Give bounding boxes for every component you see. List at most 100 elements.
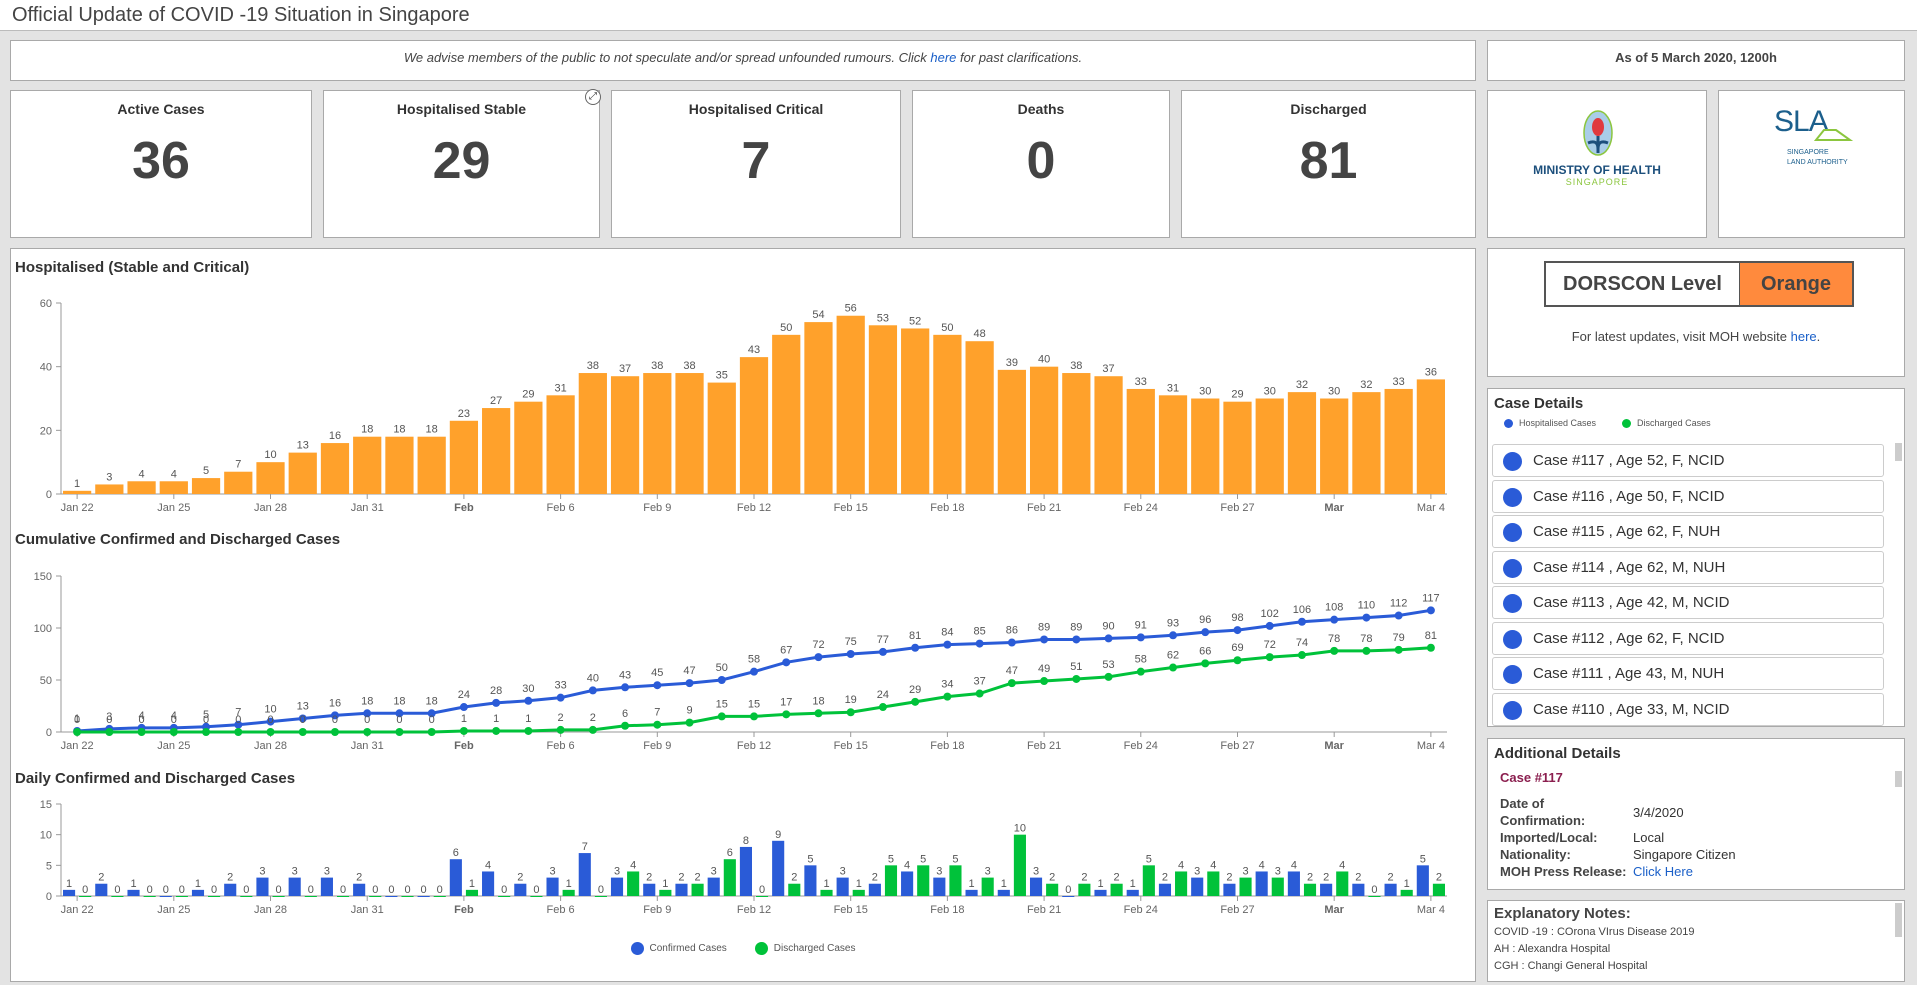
x-tick-label: Feb 9 [643,904,671,916]
case-list-scrollbar[interactable] [1895,443,1902,461]
point-value-label: 91 [1135,619,1147,631]
bar-value-label: 27 [490,395,502,407]
point-value-label: 17 [780,696,792,708]
past-clarifications-link[interactable]: here [930,50,956,65]
moh-website-msg: For latest updates, visit MOH website he… [1488,329,1904,344]
point-value-label: 45 [651,667,663,679]
case-list-item[interactable]: Case #110 , Age 33, M, NCID [1492,692,1884,726]
point-value-label: 108 [1325,602,1343,614]
data-point [621,721,630,730]
case-list-item[interactable]: Case #116 , Age 50, F, NCID [1492,479,1884,513]
bar-value-label: 1 [130,878,136,890]
legend-confirmed[interactable]: Confirmed Cases [630,942,727,955]
x-tick-label: Mar [1324,740,1344,752]
data-point [1072,635,1081,644]
bar [707,382,736,494]
additional-scrollbar[interactable] [1895,771,1902,787]
bar-value-label: 10 [1014,823,1026,835]
case-legend: Hospitalised Cases Discharged Cases [1504,418,1904,429]
x-tick-label: Jan 22 [61,740,94,752]
point-value-label: 78 [1328,633,1340,645]
legend-discharged[interactable]: Discharged Cases [754,942,855,955]
press-release-link[interactable]: Click Here [1633,864,1693,879]
bar-value-label: 0 [1371,884,1377,896]
x-tick-label: Feb 6 [547,502,575,514]
stat-hospitalised-stable: Hospitalised Stable 29 ⤢ [323,89,601,238]
bar-value-label: 3 [1033,866,1039,878]
daily-bar [385,896,398,897]
case-list-item[interactable]: Case #115 , Age 62, F, NUH [1492,515,1884,548]
explanatory-notes-panel: Explanatory Notes: COVID -19 : COrona VI… [1487,900,1905,982]
case-list-item[interactable]: Case #112 , Age 62, F, NCID [1492,621,1884,655]
daily-bar [240,896,253,897]
hospitalised-dot-icon [1503,523,1522,542]
bar-value-label: 3 [711,866,717,878]
data-point [556,693,565,702]
point-value-label: 1 [525,713,531,725]
bar-value-label: 7 [582,841,588,853]
moh-website-link[interactable]: here [1791,329,1817,344]
daily-bar [95,883,108,896]
daily-bar [1029,877,1043,896]
bar-value-label: 2 [1081,872,1087,884]
bar-value-label: 37 [619,363,631,375]
case-list-item[interactable]: Case #114 , Age 62, M, NUH [1492,550,1884,584]
point-value-label: 0 [429,714,435,726]
expand-icon[interactable]: ⤢ [585,89,601,105]
data-point [234,728,243,736]
data-point [1007,638,1016,647]
case-list-item[interactable]: Case #111 , Age 43, M, NUH [1492,657,1884,690]
daily-bar [1336,871,1349,896]
bar-value-label: 6 [453,847,459,859]
point-value-label: 86 [1006,625,1018,637]
legend-confirmed-label: Confirmed Cases [649,943,727,955]
case-list-item[interactable]: Case #113 , Age 42, M, NCID [1492,586,1884,619]
data-point [1233,656,1242,665]
notes-scrollbar[interactable] [1895,903,1902,937]
bar-value-label: 18 [361,424,373,436]
data-point [750,712,758,721]
daily-bar [1416,865,1429,896]
blue-dot-icon [1504,419,1513,429]
bar-value-label: 1 [1130,878,1136,890]
point-value-label: 53 [1102,659,1114,671]
daily-bar [401,896,414,897]
point-value-label: 89 [1070,621,1082,633]
daily-bar [707,877,720,896]
x-tick-label: Feb 27 [1220,904,1254,916]
bar-value-label: 5 [203,465,209,477]
bar-value-label: 4 [485,859,491,871]
point-value-label: 106 [1293,604,1311,616]
data-point [105,728,114,736]
x-tick-label: Feb 27 [1220,502,1254,514]
point-value-label: 90 [1102,620,1114,632]
data-point [459,726,468,735]
daily-bar [1142,865,1155,896]
point-value-label: 30 [522,683,534,695]
bar-value-label: 5 [952,853,958,865]
bar-value-label: 1 [1404,878,1410,890]
y-tick-label: 5 [46,860,52,872]
case-label: Case #114 , Age 62, M, NUH [1533,558,1726,576]
point-value-label: 29 [909,684,921,696]
bar-value-label: 0 [276,884,282,896]
bar-value-label: 4 [1291,859,1297,871]
daily-bar [208,896,221,897]
sla-land-icon [1814,129,1854,141]
case-list-item[interactable]: Case #117 , Age 52, F, NCID [1492,444,1884,477]
daily-bar [1239,877,1252,896]
daily-bar [917,865,930,896]
data-point [524,696,533,705]
data-point [1362,646,1371,655]
daily-bar [643,883,656,896]
point-value-label: 18 [426,695,438,707]
stat-label: Hospitalised Stable [396,101,527,117]
daily-bar [111,896,124,897]
data-point [1040,677,1049,686]
daily-bar [546,877,559,896]
bar [385,436,414,494]
case-label: Case #110 , Age 33, M, NCID [1533,700,1730,718]
y-tick-label: 50 [40,675,52,687]
daily-bar [1013,834,1026,896]
point-value-label: 2 [558,712,564,724]
